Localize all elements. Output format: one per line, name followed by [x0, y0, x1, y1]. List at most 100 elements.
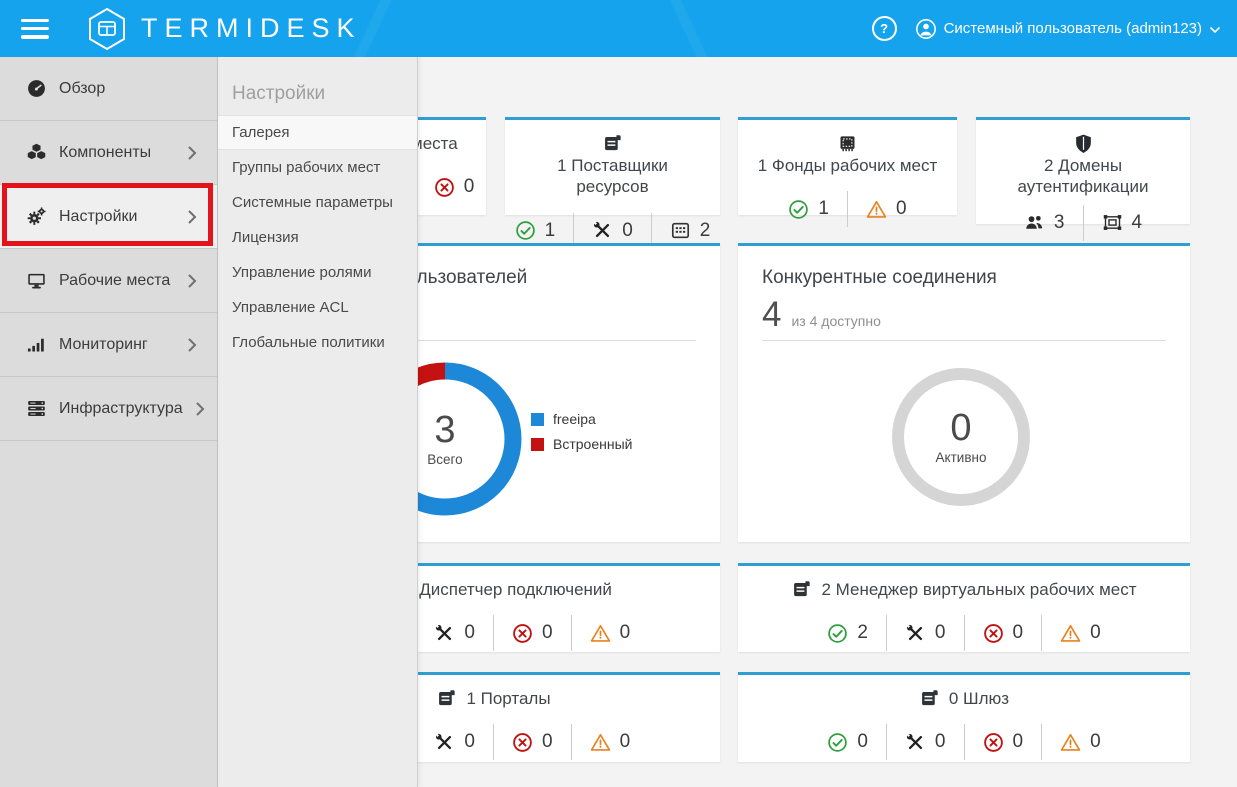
stat-warning: 0 [866, 198, 907, 220]
card-stats: 34 [976, 204, 1190, 241]
stat-value: 0 [896, 198, 907, 220]
submenu-title: Настройки [232, 83, 326, 104]
users-icon [1024, 212, 1045, 233]
stat-value: 3 [1053, 211, 1065, 233]
sidebar-item-0[interactable]: Обзор [0, 57, 217, 121]
concurrent-connections-card: Конкурентные соединения 4 из 4 доступно … [738, 243, 1190, 542]
stat-divider [570, 724, 572, 761]
legend-swatch-icon [531, 437, 544, 451]
stat-divider [1041, 615, 1043, 652]
error-circle-icon [983, 623, 1004, 644]
top-bar: TERMIDESK ? Системный пользователь (admi… [0, 0, 1237, 57]
stat-divider [885, 724, 887, 761]
warning-icon [1060, 623, 1081, 644]
stat-value: 0 [1012, 622, 1024, 644]
stat-value: 0 [622, 219, 633, 241]
sidebar-item-2[interactable]: Настройки [0, 185, 217, 249]
user-menu[interactable]: Системный пользователь (admin123) [915, 18, 1221, 40]
stat-tools: 0 [434, 622, 475, 644]
submenu-item-label: Группы рабочих мест [232, 159, 381, 176]
card-title-text: 1 Диспетчер подключений [405, 580, 612, 599]
user-name: Системный пользователь (admin123) [943, 20, 1202, 37]
card-title-text: 1 Поставщики ресурсов [557, 156, 668, 197]
stat-error-circle: 0 [512, 622, 553, 644]
settings-submenu: Настройки Галерея Группы рабочих мест Сист… [218, 57, 418, 787]
sidebar-item-5[interactable]: Инфраструктура [0, 377, 217, 441]
chevron-right-icon [195, 401, 205, 417]
stat-divider [847, 191, 848, 228]
submenu-item-1[interactable]: Группы рабочих мест [218, 150, 417, 185]
check-circle-icon [515, 220, 536, 241]
submenu-item-5[interactable]: Управление ACL [218, 290, 417, 325]
stat-tools: 0 [592, 220, 633, 242]
legend-row: Встроенный [531, 436, 632, 452]
card-title: 1 Фонды рабочих мест [738, 133, 957, 176]
submenu-item-2[interactable]: Системные параметры [218, 185, 417, 220]
card-resource-providers[interactable]: 1 Поставщики ресурсов 1 0 2 [505, 117, 720, 249]
warning-icon [1060, 732, 1081, 753]
stat-check-circle: 1 [788, 198, 829, 220]
legend-label: freeipa [553, 411, 596, 427]
submenu-item-0[interactable]: Галерея [218, 115, 417, 150]
server-icon [436, 688, 457, 709]
submenu-item-6[interactable]: Глобальные политики [218, 325, 417, 360]
card-title-text: 1 Фонды рабочих мест [757, 156, 938, 175]
stat-value: 0 [934, 622, 946, 644]
stat-tools: 0 [905, 622, 946, 644]
servers-icon [26, 398, 47, 419]
error-circle-icon [512, 732, 533, 753]
stat-value: 0 [464, 731, 475, 753]
card-vdi-manager[interactable]: 2 Менеджер виртуальных рабочих мест 2 0 0 0 [738, 563, 1190, 652]
shield-icon [1073, 133, 1094, 154]
chevron-right-icon [187, 337, 197, 353]
sidebar-item-label: Мониторинг [59, 335, 148, 353]
warning-icon [866, 199, 887, 220]
stat-divider [493, 724, 494, 761]
card-title-text: 2 Домены аутентификации [1017, 156, 1149, 197]
gauge-icon [26, 78, 47, 99]
chevron-right-icon [187, 145, 197, 161]
card-auth-domains[interactable]: 2 Домены аутентификации 3 4 [976, 117, 1190, 241]
card-stats: 10 [738, 191, 957, 228]
desktop-icon [26, 270, 47, 291]
chart-title: Конкурентные соединения [762, 267, 997, 288]
warning-icon [590, 732, 611, 753]
server-icon [791, 579, 812, 600]
stat-value: 0 [464, 622, 475, 644]
sidebar-item-1[interactable]: Компоненты [0, 121, 217, 185]
stat-check-circle: 2 [827, 622, 868, 644]
submenu-item-label: Управление ролями [232, 264, 372, 281]
stat-check-circle: 0 [827, 731, 868, 753]
legend-row: freeipa [531, 411, 632, 427]
card-stats: 0 0 0 0 [738, 724, 1190, 761]
help-icon[interactable]: ? [871, 16, 897, 41]
stat-users: 3 [1024, 212, 1065, 234]
tools-icon [905, 623, 926, 644]
card-workplace-pools[interactable]: 1 Фонды рабочих мест 1 0 [738, 117, 957, 228]
stat-value: 0 [1012, 731, 1024, 753]
error-circle-icon [434, 177, 455, 198]
submenu-item-4[interactable]: Управление ролями [218, 255, 417, 290]
stat-error-circle: 0 [434, 176, 474, 198]
stat-value: 0 [934, 731, 946, 753]
chevron-right-icon [187, 209, 197, 225]
card-stats: 2000 [738, 615, 1190, 652]
sidebar-item-label: Настройки [59, 207, 138, 225]
table-icon [670, 220, 691, 241]
stat-value: 2 [857, 622, 868, 644]
stat-divider [1082, 204, 1084, 241]
stat-value: 0 [1090, 731, 1101, 753]
stat-warning: 0 [1060, 622, 1101, 644]
stat-warning: 0 [1060, 731, 1101, 753]
sidebar-item-4[interactable]: Мониторинг [0, 313, 217, 377]
hamburger-menu-icon[interactable] [21, 18, 51, 39]
sidebar-item-3[interactable]: Рабочие места [0, 249, 217, 313]
stat-value: 0 [619, 731, 631, 753]
stat-object-group: 4 [1102, 212, 1142, 234]
connections-donut-chart: 0 Активно [886, 362, 1036, 512]
stat-value: 0 [542, 622, 553, 644]
sidebar: Обзор Компоненты Настройки Рабочие места Мон… [0, 57, 218, 787]
submenu-item-3[interactable]: Лицензия [218, 220, 417, 255]
submenu-item-label: Галерея [232, 124, 290, 141]
card-gateway[interactable]: 0 Шлюз 0 0 0 0 [738, 672, 1190, 762]
